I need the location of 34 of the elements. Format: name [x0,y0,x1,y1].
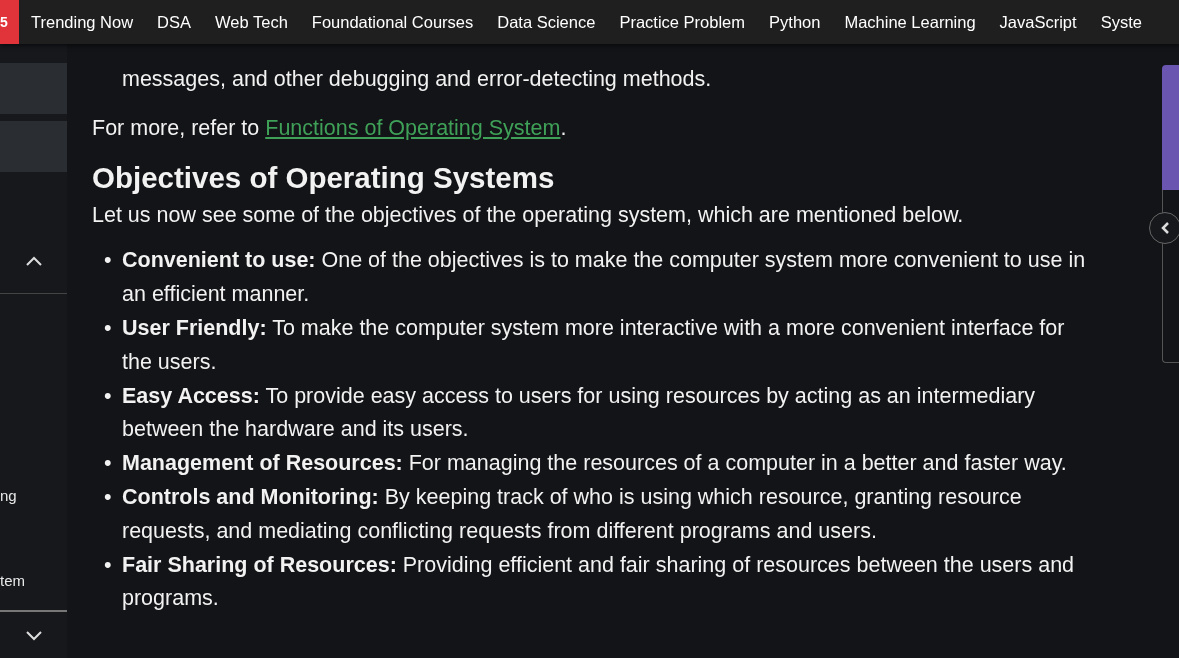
bullet-marker: • [104,247,113,275]
nav-link[interactable]: Practice Problem [619,12,746,32]
nav-link[interactable]: DSA [157,12,192,32]
bullet-item: User Friendly: To make the computer system more interactive with a more convenient interface for the users. [122,315,1066,376]
nav-link[interactable]: Foundational Courses [311,12,474,32]
paragraph: Let us now see some of the objectives of the operating system, which are mentioned below. [92,201,965,229]
paragraph: For more, refer to Functions of Operating System. [92,114,568,142]
nav-link[interactable]: Syste [1100,12,1142,32]
bullet-marker: • [104,382,113,410]
nav-link[interactable]: Data Science [497,12,596,32]
bullet-item: Convenient to use: One of the objectives is to make the computer system more convenient to use in an efficient manner. [122,247,1087,309]
bullet-marker: • [104,315,113,342]
sidebar-item[interactable]: ng [0,487,17,504]
bullet-item: Management of Resources: For managing the resources of a computer in a better and faster way. [122,450,1068,478]
chevron-left-icon [1160,221,1170,235]
nav-link[interactable]: Python [769,12,821,32]
bullet-marker: • [104,483,113,511]
notification-badge: 5 [0,0,19,44]
nav-link[interactable]: Web Tech [215,12,288,32]
bullet-item: Controls and Monitoring: By keeping track of who is using which resource, granting resource requests, and mediating conflicting requests from different programs and users. [122,483,1023,545]
chevron-up-icon[interactable] [24,255,43,267]
nav-link[interactable]: Machine Learning [844,12,976,32]
bullet-item: Fair Sharing of Resources: Providing efficient and fair sharing of resources between the users and programs. [122,551,1076,613]
nav-link[interactable]: JavaScript [999,12,1077,32]
bullet-marker: • [104,551,113,579]
bullet-marker: • [104,450,113,478]
section-heading: Objectives of Operating Systems [92,159,556,196]
collapse-button[interactable] [1149,212,1179,244]
bullet-item: Easy Access: To provide easy access to users for using resources by acting as an intermediary between the hardware and its users. [122,382,1037,444]
chevron-down-icon[interactable] [24,630,43,642]
nav-link[interactable]: Trending Now [31,12,134,32]
article-link[interactable]: Functions of Operating System [265,115,561,140]
bullet-item: messages, and other debugging and error-detecting methods. [122,66,713,93]
sidebar-item[interactable]: tem [0,572,25,589]
